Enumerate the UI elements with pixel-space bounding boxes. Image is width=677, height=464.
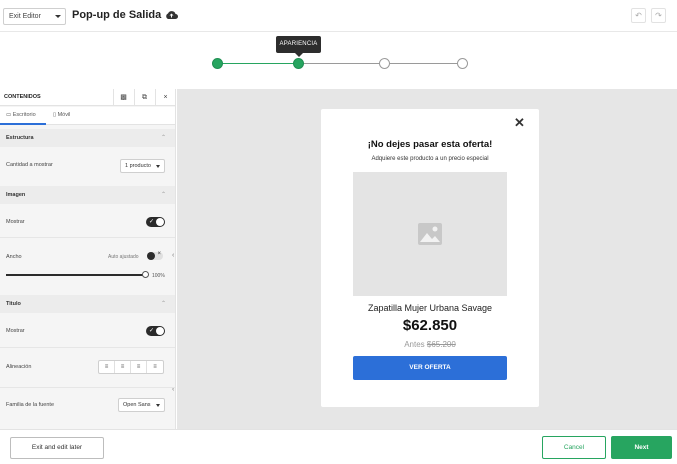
toggle-knob [156,218,164,226]
tab-mobile-label: Móvil [57,112,71,118]
check-icon: ✓ [149,219,155,225]
font-family-label: Familia de la fuente [6,402,54,408]
section-titulo-label: Titulo [6,301,21,307]
product-image-placeholder [353,172,507,296]
width-label: Ancho [6,254,22,260]
quantity-value: 1 producto [125,163,151,169]
auto-fit-toggle[interactable]: × [147,251,163,260]
product-name: Zapatilla Mujer Urbana Savage [367,303,493,313]
image-show-toggle[interactable]: ✓ [146,217,165,227]
divider [0,387,175,388]
undo-icon: ↶ [635,11,642,20]
editor-root: Exit Editor Pop-up de Salida ↶ ↷ APARIEN… [0,0,677,464]
chevron-down-icon [156,165,160,168]
panel-title: CONTENIDOS [4,94,41,100]
quantity-label: Cantidad a mostrar [6,162,53,168]
close-icon[interactable]: × [155,89,175,106]
old-price-value: $65.200 [426,340,456,349]
section-imagen-label: Imagen [6,192,26,198]
image-show-label: Mostrar [6,219,25,225]
top-bar: Exit Editor Pop-up de Salida ↶ ↷ [0,0,677,32]
image-placeholder-icon [418,223,442,245]
alignment-group: ≡ ≡ ≡ ≡ [98,360,164,374]
x-icon: × [157,251,161,257]
old-price: Antes $65.200 [321,340,539,349]
redo-icon: ↷ [655,11,662,20]
font-family-value: Open Sans [123,402,151,408]
toggle-knob [147,252,155,260]
collapse-arrow-icon[interactable]: ‹ [172,252,175,262]
device-tabs: ▭ Escritorio ▯ Móvil [0,107,175,125]
exit-editor-dropdown[interactable]: Exit Editor [3,8,66,25]
section-titulo[interactable]: Titulo ⌃ [0,295,175,313]
tab-desktop[interactable]: ▭ Escritorio [6,112,36,118]
align-center-icon[interactable]: ≡ [115,361,131,373]
before-label: Antes [404,340,425,349]
popup-subtitle: Adquiere este producto a un precio espec… [371,156,489,162]
width-slider-thumb[interactable] [142,271,149,278]
width-slider-track[interactable] [6,274,146,276]
chevron-up-icon: ⌃ [160,135,166,141]
step-1-dot[interactable] [212,58,223,69]
undo-button[interactable]: ↶ [631,8,646,23]
contents-panel: CONTENIDOS ▩ ⧉ × ▭ Escritorio ▯ Móvil Es… [0,89,176,429]
check-icon: ✓ [149,328,155,334]
step-4-dot[interactable] [457,58,468,69]
preview-canvas: ✕ ¡No dejes pasar esta oferta! Adquiere … [177,89,677,429]
tab-mobile[interactable]: ▯ Móvil [53,112,70,118]
exit-editor-label: Exit Editor [9,13,41,20]
section-imagen[interactable]: Imagen ⌃ [0,186,175,204]
auto-fit-label: Auto ajustado [108,254,139,260]
align-justify-icon[interactable]: ≡ [147,361,163,373]
chevron-up-icon: ⌃ [160,301,166,307]
section-estructura[interactable]: Estructura ⌃ [0,129,175,147]
see-offer-button[interactable]: VER OFERTA [353,356,507,380]
cloud-upload-icon [166,11,178,19]
step-3-dot[interactable] [379,58,390,69]
product-price: $62.850 [402,317,458,334]
trash-icon[interactable]: ▩ [113,89,133,106]
page-title: Pop-up de Salida [72,9,162,21]
section-estructura-label: Estructura [6,135,34,141]
font-family-select[interactable]: Open Sans [118,398,165,412]
divider [0,347,175,348]
width-slider-value: 100% [152,273,165,279]
duplicate-icon[interactable]: ⧉ [134,89,154,106]
alignment-label: Alineación [6,364,32,370]
active-tab-indicator [0,123,46,125]
title-show-toggle[interactable]: ✓ [146,326,165,336]
tab-desktop-label: Escritorio [12,112,36,118]
title-show-label: Mostrar [6,328,25,334]
next-button[interactable]: Next [611,436,672,459]
panel-header: CONTENIDOS ▩ ⧉ × [0,89,175,106]
chevron-down-icon [55,15,61,18]
redo-button[interactable]: ↷ [651,8,666,23]
quantity-select[interactable]: 1 producto [120,159,165,173]
exit-and-edit-later-button[interactable]: Exit and edit later [10,437,104,459]
step-tooltip: APARIENCIA [276,36,321,57]
chevron-down-icon [156,404,160,407]
chevron-up-icon: ⌃ [160,192,166,198]
divider [0,237,175,238]
step-2-dot[interactable] [293,58,304,69]
popup-preview[interactable]: ✕ ¡No dejes pasar esta oferta! Adquiere … [321,109,539,407]
cancel-button[interactable]: Cancel [542,436,606,459]
footer-bar: Exit and edit later Cancel Next [0,429,677,464]
align-left-icon[interactable]: ≡ [99,361,115,373]
close-icon[interactable]: ✕ [514,115,525,131]
step-line-complete [218,63,298,64]
toggle-knob [156,327,164,335]
popup-title: ¡No dejes pasar esta oferta! [367,139,493,150]
align-right-icon[interactable]: ≡ [131,361,147,373]
